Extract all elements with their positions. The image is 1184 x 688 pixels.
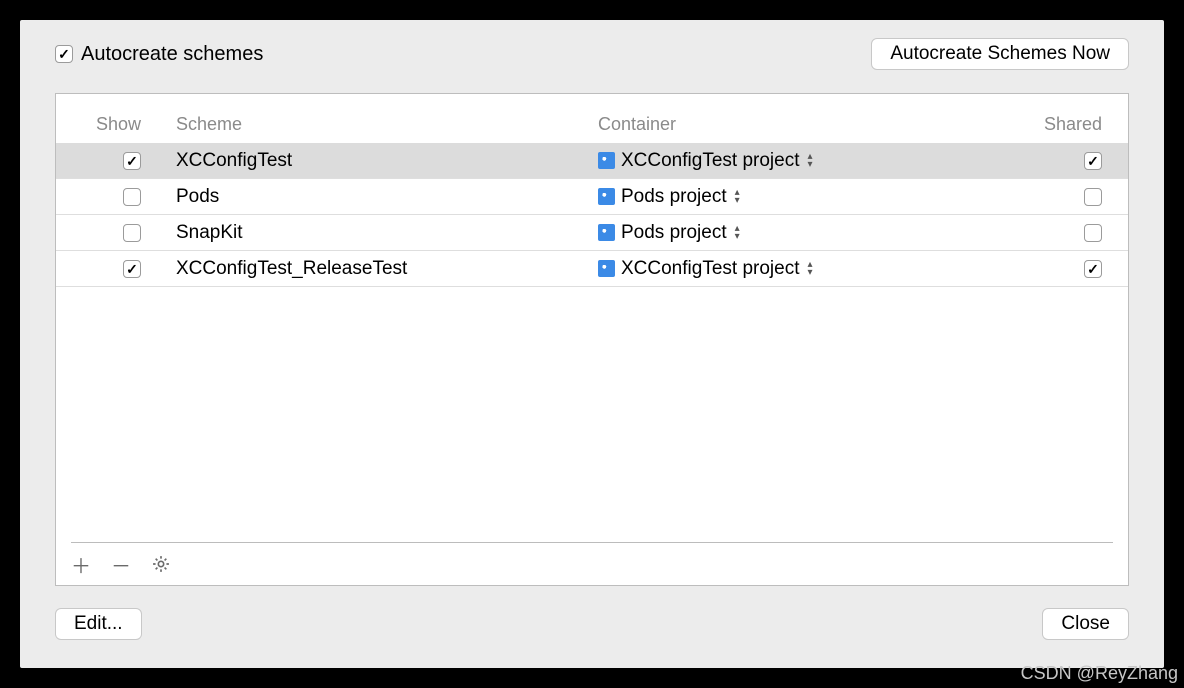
table-row[interactable]: SnapKit Pods project bbox=[56, 215, 1128, 251]
shared-checkbox[interactable] bbox=[1084, 224, 1102, 242]
show-checkbox[interactable] bbox=[123, 224, 141, 242]
edit-button[interactable]: Edit... bbox=[55, 608, 142, 640]
project-icon bbox=[598, 152, 615, 169]
scheme-name: XCConfigTest_ReleaseTest bbox=[166, 258, 598, 280]
container-label: XCConfigTest project bbox=[621, 258, 799, 280]
panel-toolbar: ＋ － bbox=[56, 543, 1128, 585]
container-label: Pods project bbox=[621, 222, 727, 244]
container-select[interactable]: Pods project bbox=[598, 186, 1028, 208]
table-row[interactable]: XCConfigTest_ReleaseTest XCConfigTest pro… bbox=[56, 251, 1128, 287]
scheme-name: SnapKit bbox=[166, 222, 598, 244]
header-shared[interactable]: Shared bbox=[1028, 114, 1128, 135]
show-checkbox[interactable] bbox=[123, 260, 141, 278]
table-row[interactable]: XCConfigTest XCConfigTest project bbox=[56, 143, 1128, 179]
project-icon bbox=[598, 260, 615, 277]
container-select[interactable]: XCConfigTest project bbox=[598, 150, 1028, 172]
chevron-updown-icon bbox=[807, 152, 819, 170]
project-icon bbox=[598, 188, 615, 205]
container-select[interactable]: Pods project bbox=[598, 222, 1028, 244]
scheme-actions-button[interactable] bbox=[150, 553, 172, 575]
show-checkbox[interactable] bbox=[123, 152, 141, 170]
table-row[interactable]: Pods Pods project bbox=[56, 179, 1128, 215]
shared-checkbox[interactable] bbox=[1084, 152, 1102, 170]
show-checkbox[interactable] bbox=[123, 188, 141, 206]
manage-schemes-dialog: Autocreate schemes Autocreate Schemes No… bbox=[20, 20, 1164, 668]
project-icon bbox=[598, 224, 615, 241]
header-show[interactable]: Show bbox=[56, 114, 166, 135]
chevron-updown-icon bbox=[735, 188, 747, 206]
shared-checkbox[interactable] bbox=[1084, 188, 1102, 206]
column-headers: Show Scheme Container Shared bbox=[56, 94, 1128, 143]
dialog-footer: Edit... Close bbox=[55, 608, 1129, 640]
container-select[interactable]: XCConfigTest project bbox=[598, 258, 1028, 280]
add-scheme-button[interactable]: ＋ bbox=[70, 553, 92, 575]
remove-scheme-button[interactable]: － bbox=[110, 553, 132, 575]
scheme-name: XCConfigTest bbox=[166, 150, 598, 172]
topbar: Autocreate schemes Autocreate Schemes No… bbox=[20, 20, 1164, 84]
autocreate-schemes-now-button[interactable]: Autocreate Schemes Now bbox=[871, 38, 1129, 70]
chevron-updown-icon bbox=[807, 260, 819, 278]
schemes-panel: Show Scheme Container Shared XCConfigTes… bbox=[55, 93, 1129, 586]
header-scheme[interactable]: Scheme bbox=[166, 114, 598, 135]
shared-checkbox[interactable] bbox=[1084, 260, 1102, 278]
schemes-list: XCConfigTestXCConfigTest projectPodsPods… bbox=[56, 143, 1128, 343]
autocreate-schemes-option[interactable]: Autocreate schemes bbox=[55, 43, 263, 66]
chevron-updown-icon bbox=[735, 224, 747, 242]
autocreate-schemes-label: Autocreate schemes bbox=[81, 43, 263, 66]
header-container[interactable]: Container bbox=[598, 114, 1028, 135]
container-label: XCConfigTest project bbox=[621, 150, 799, 172]
autocreate-schemes-checkbox[interactable] bbox=[55, 45, 73, 63]
container-label: Pods project bbox=[621, 186, 727, 208]
close-button[interactable]: Close bbox=[1042, 608, 1129, 640]
scheme-name: Pods bbox=[166, 186, 598, 208]
